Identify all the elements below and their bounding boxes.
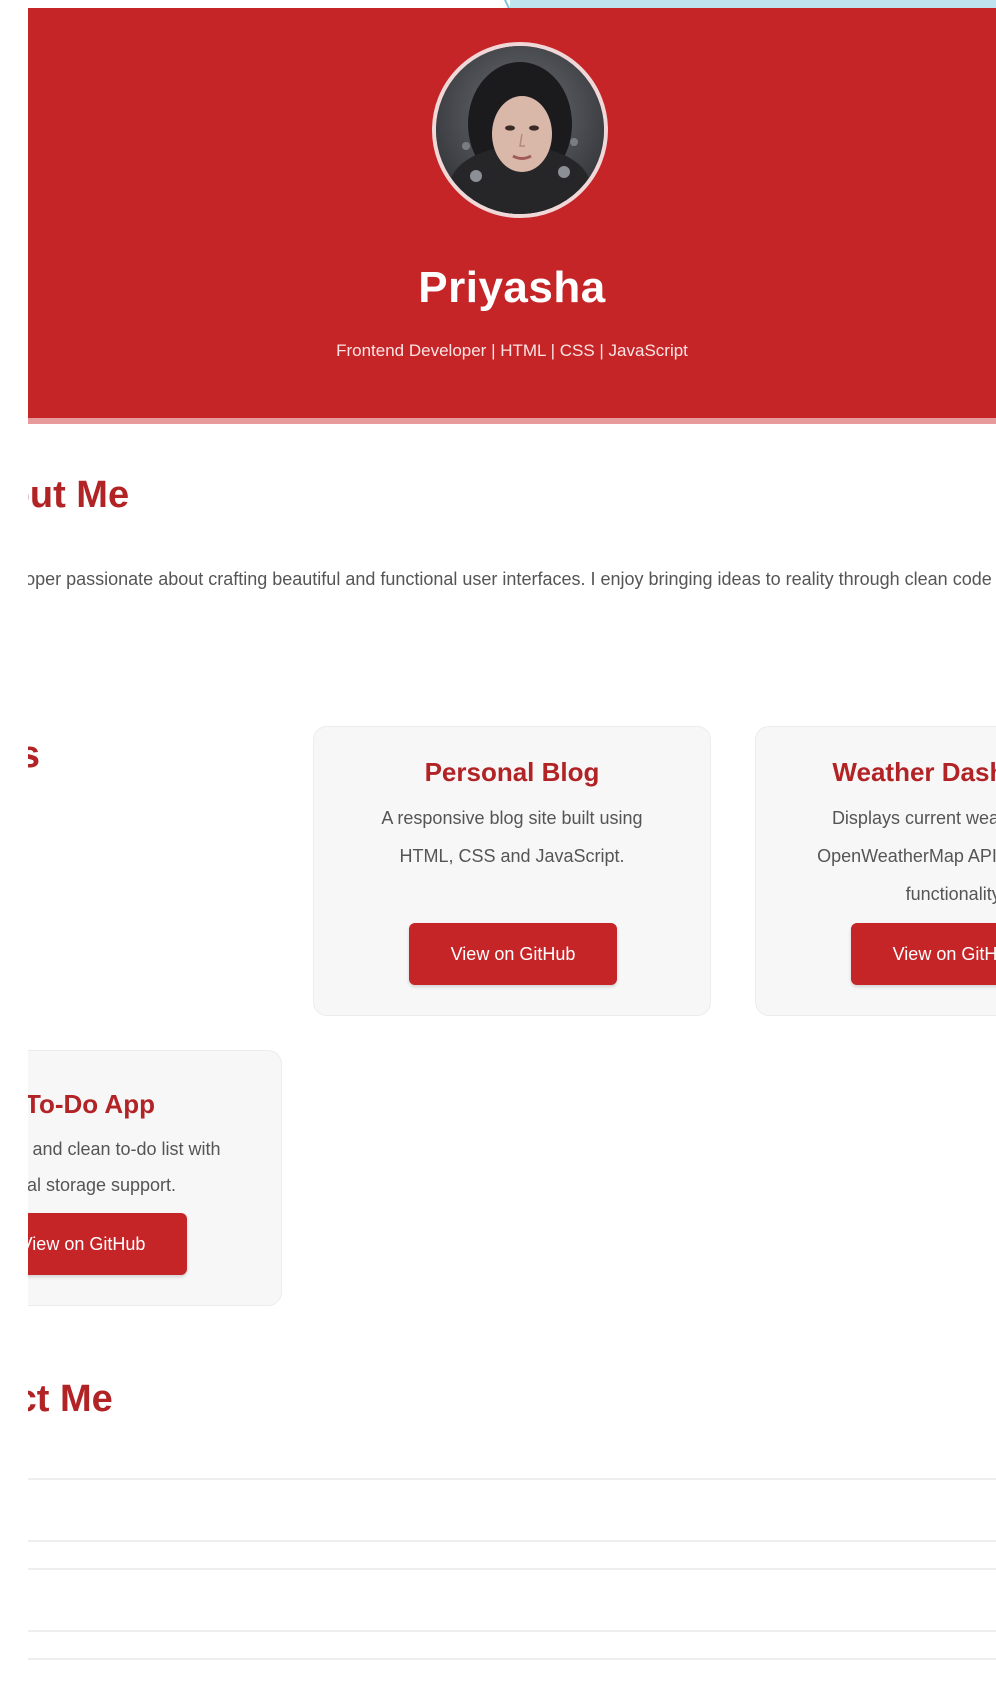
- projects-section-title: Projects: [28, 734, 40, 776]
- view-on-github-button[interactable]: View on GitHub: [409, 923, 617, 985]
- project-description: A responsive blog site built using HTML,…: [381, 808, 643, 866]
- contact-section-title: Contact Me: [28, 1378, 113, 1420]
- contact-form-field-border: [28, 1478, 996, 1480]
- background-window-edge: [510, 0, 996, 8]
- about-text: I am a frontend developer passionate abo…: [28, 569, 996, 589]
- project-description: Displays current weather using OpenWeath…: [817, 808, 996, 904]
- portfolio-page: Priyasha Frontend Developer | HTML | CSS…: [28, 8, 996, 1681]
- contact-form-field-border: [28, 1568, 996, 1570]
- profile-header: Priyasha Frontend Developer | HTML | CSS…: [28, 8, 996, 418]
- contact-form-field-border: [28, 1658, 996, 1660]
- contact-form-field-border: [28, 1630, 996, 1632]
- profile-tagline: Frontend Developer | HTML | CSS | JavaSc…: [336, 341, 688, 360]
- project-title: Personal Blog: [424, 757, 600, 787]
- project-card-weather-dashboard: Weather Dashboard Displays current weath…: [755, 726, 996, 1016]
- contact-form-field-border: [28, 1540, 996, 1542]
- project-title: Weather Dashboard: [832, 757, 996, 787]
- about-section-title: About Me: [28, 474, 130, 516]
- project-title: To-Do App: [28, 1089, 155, 1119]
- project-card-to-do-app: To-Do App A simple and clean to-do list …: [28, 1050, 282, 1306]
- profile-name: Priyasha: [418, 263, 606, 312]
- view-on-github-button[interactable]: View on GitHub: [851, 923, 996, 985]
- profile-avatar: [432, 42, 608, 218]
- browser-viewport: Priyasha Frontend Developer | HTML | CSS…: [0, 0, 996, 1681]
- view-on-github-button[interactable]: View on GitHub: [28, 1213, 187, 1275]
- project-description: A simple and clean to-do list with local…: [28, 1139, 221, 1195]
- project-card-personal-blog: Personal Blog A responsive blog site bui…: [313, 726, 711, 1016]
